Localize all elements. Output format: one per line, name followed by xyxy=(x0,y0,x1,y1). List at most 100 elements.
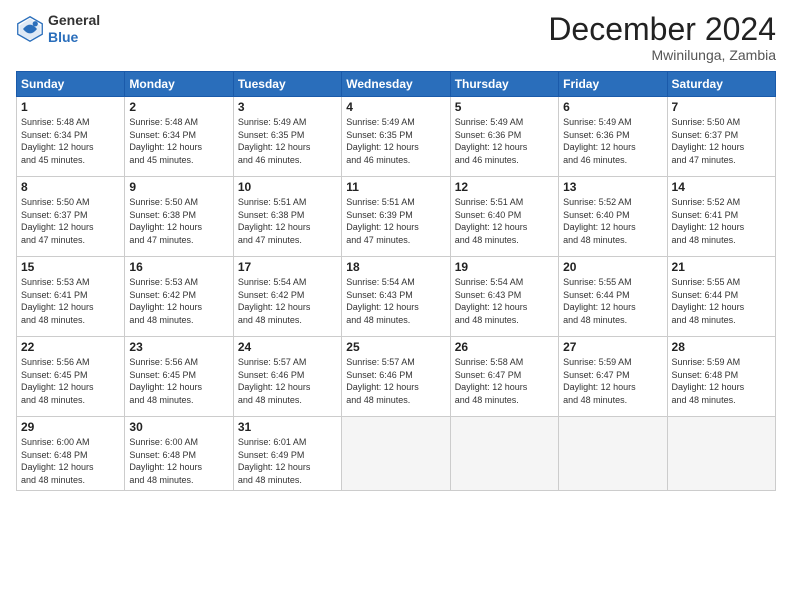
page: General Blue December 2024 Mwinilunga, Z… xyxy=(0,0,792,612)
day-number: 20 xyxy=(563,260,662,274)
day-number: 8 xyxy=(21,180,120,194)
col-sunday: Sunday xyxy=(17,72,125,97)
day-number: 11 xyxy=(346,180,445,194)
header: General Blue December 2024 Mwinilunga, Z… xyxy=(16,12,776,63)
day-info: Sunrise: 5:55 AMSunset: 6:44 PMDaylight:… xyxy=(672,276,771,326)
col-tuesday: Tuesday xyxy=(233,72,341,97)
calendar-cell xyxy=(450,417,558,490)
day-number: 18 xyxy=(346,260,445,274)
day-number: 1 xyxy=(21,100,120,114)
calendar-week-row: 29 Sunrise: 6:00 AMSunset: 6:48 PMDayligh… xyxy=(17,417,776,490)
day-info: Sunrise: 5:49 AMSunset: 6:35 PMDaylight:… xyxy=(238,116,337,166)
day-info: Sunrise: 5:57 AMSunset: 6:46 PMDaylight:… xyxy=(238,356,337,406)
calendar-cell: 6 Sunrise: 5:49 AMSunset: 6:36 PMDaylight… xyxy=(559,97,667,177)
calendar-cell: 25 Sunrise: 5:57 AMSunset: 6:46 PMDayligh… xyxy=(342,337,450,417)
day-number: 27 xyxy=(563,340,662,354)
col-wednesday: Wednesday xyxy=(342,72,450,97)
logo-text: General Blue xyxy=(48,12,100,46)
day-number: 2 xyxy=(129,100,228,114)
day-info: Sunrise: 5:50 AMSunset: 6:37 PMDaylight:… xyxy=(21,196,120,246)
day-info: Sunrise: 5:56 AMSunset: 6:45 PMDaylight:… xyxy=(21,356,120,406)
day-number: 7 xyxy=(672,100,771,114)
day-info: Sunrise: 5:51 AMSunset: 6:40 PMDaylight:… xyxy=(455,196,554,246)
day-info: Sunrise: 5:49 AMSunset: 6:36 PMDaylight:… xyxy=(455,116,554,166)
calendar-week-row: 8 Sunrise: 5:50 AMSunset: 6:37 PMDaylight… xyxy=(17,177,776,257)
calendar-cell: 15 Sunrise: 5:53 AMSunset: 6:41 PMDayligh… xyxy=(17,257,125,337)
calendar-cell: 2 Sunrise: 5:48 AMSunset: 6:34 PMDaylight… xyxy=(125,97,233,177)
calendar-cell: 21 Sunrise: 5:55 AMSunset: 6:44 PMDayligh… xyxy=(667,257,775,337)
calendar-cell: 12 Sunrise: 5:51 AMSunset: 6:40 PMDayligh… xyxy=(450,177,558,257)
calendar-cell: 26 Sunrise: 5:58 AMSunset: 6:47 PMDayligh… xyxy=(450,337,558,417)
calendar-cell: 9 Sunrise: 5:50 AMSunset: 6:38 PMDaylight… xyxy=(125,177,233,257)
day-number: 19 xyxy=(455,260,554,274)
calendar-cell: 28Sunrise: 5:59 AMSunset: 6:48 PMDayligh… xyxy=(667,337,775,417)
day-number: 13 xyxy=(563,180,662,194)
day-info: Sunrise: 5:51 AMSunset: 6:39 PMDaylight:… xyxy=(346,196,445,246)
day-number: 26 xyxy=(455,340,554,354)
day-info: Sunrise: 5:50 AMSunset: 6:38 PMDaylight:… xyxy=(129,196,228,246)
day-number: 9 xyxy=(129,180,228,194)
day-info: Sunrise: 5:50 AMSunset: 6:37 PMDaylight:… xyxy=(672,116,771,166)
day-number: 21 xyxy=(672,260,771,274)
calendar-cell: 31Sunrise: 6:01 AMSunset: 6:49 PMDayligh… xyxy=(233,417,341,490)
day-number: 29 xyxy=(21,420,120,434)
day-info: Sunrise: 5:51 AMSunset: 6:38 PMDaylight:… xyxy=(238,196,337,246)
day-info: Sunrise: 6:00 AMSunset: 6:48 PMDaylight:… xyxy=(129,436,228,486)
day-number: 6 xyxy=(563,100,662,114)
col-thursday: Thursday xyxy=(450,72,558,97)
day-info: Sunrise: 5:54 AMSunset: 6:43 PMDaylight:… xyxy=(346,276,445,326)
day-number: 5 xyxy=(455,100,554,114)
day-number: 31 xyxy=(238,420,337,434)
calendar-cell: 18 Sunrise: 5:54 AMSunset: 6:43 PMDayligh… xyxy=(342,257,450,337)
day-number: 12 xyxy=(455,180,554,194)
logo-general: General xyxy=(48,12,100,28)
day-info: Sunrise: 5:53 AMSunset: 6:42 PMDaylight:… xyxy=(129,276,228,326)
calendar-cell: 22Sunrise: 5:56 AMSunset: 6:45 PMDayligh… xyxy=(17,337,125,417)
calendar-cell: 11 Sunrise: 5:51 AMSunset: 6:39 PMDayligh… xyxy=(342,177,450,257)
calendar-cell: 10Sunrise: 5:51 AMSunset: 6:38 PMDayligh… xyxy=(233,177,341,257)
day-number: 17 xyxy=(238,260,337,274)
calendar-cell: 16 Sunrise: 5:53 AMSunset: 6:42 PMDayligh… xyxy=(125,257,233,337)
day-number: 4 xyxy=(346,100,445,114)
day-number: 24 xyxy=(238,340,337,354)
calendar-cell: 3 Sunrise: 5:49 AMSunset: 6:35 PMDaylight… xyxy=(233,97,341,177)
calendar-cell: 4 Sunrise: 5:49 AMSunset: 6:35 PMDaylight… xyxy=(342,97,450,177)
day-number: 16 xyxy=(129,260,228,274)
day-info: Sunrise: 5:48 AMSunset: 6:34 PMDaylight:… xyxy=(21,116,120,166)
calendar-table: Sunday Monday Tuesday Wednesday Thursday… xyxy=(16,71,776,490)
calendar-cell: 14 Sunrise: 5:52 AMSunset: 6:41 PMDayligh… xyxy=(667,177,775,257)
calendar-cell: 13 Sunrise: 5:52 AMSunset: 6:40 PMDayligh… xyxy=(559,177,667,257)
day-number: 28 xyxy=(672,340,771,354)
day-info: Sunrise: 5:48 AMSunset: 6:34 PMDaylight:… xyxy=(129,116,228,166)
day-number: 25 xyxy=(346,340,445,354)
location: Mwinilunga, Zambia xyxy=(548,47,776,63)
day-info: Sunrise: 5:52 AMSunset: 6:41 PMDaylight:… xyxy=(672,196,771,246)
day-info: Sunrise: 5:54 AMSunset: 6:43 PMDaylight:… xyxy=(455,276,554,326)
day-number: 23 xyxy=(129,340,228,354)
calendar-cell: 23 Sunrise: 5:56 AMSunset: 6:45 PMDayligh… xyxy=(125,337,233,417)
calendar-header-row: Sunday Monday Tuesday Wednesday Thursday… xyxy=(17,72,776,97)
day-info: Sunrise: 5:58 AMSunset: 6:47 PMDaylight:… xyxy=(455,356,554,406)
day-info: Sunrise: 5:53 AMSunset: 6:41 PMDaylight:… xyxy=(21,276,120,326)
day-info: Sunrise: 5:54 AMSunset: 6:42 PMDaylight:… xyxy=(238,276,337,326)
calendar-cell: 5 Sunrise: 5:49 AMSunset: 6:36 PMDaylight… xyxy=(450,97,558,177)
day-info: Sunrise: 5:57 AMSunset: 6:46 PMDaylight:… xyxy=(346,356,445,406)
col-saturday: Saturday xyxy=(667,72,775,97)
day-info: Sunrise: 5:49 AMSunset: 6:35 PMDaylight:… xyxy=(346,116,445,166)
calendar-cell: 8 Sunrise: 5:50 AMSunset: 6:37 PMDaylight… xyxy=(17,177,125,257)
day-number: 15 xyxy=(21,260,120,274)
day-info: Sunrise: 5:56 AMSunset: 6:45 PMDaylight:… xyxy=(129,356,228,406)
day-number: 3 xyxy=(238,100,337,114)
day-number: 14 xyxy=(672,180,771,194)
day-info: Sunrise: 6:00 AMSunset: 6:48 PMDaylight:… xyxy=(21,436,120,486)
title-block: December 2024 Mwinilunga, Zambia xyxy=(548,12,776,63)
day-info: Sunrise: 5:59 AMSunset: 6:47 PMDaylight:… xyxy=(563,356,662,406)
day-number: 30 xyxy=(129,420,228,434)
calendar-week-row: 22Sunrise: 5:56 AMSunset: 6:45 PMDayligh… xyxy=(17,337,776,417)
calendar-cell: 1 Sunrise: 5:48 AMSunset: 6:34 PMDaylight… xyxy=(17,97,125,177)
calendar-cell: 19 Sunrise: 5:54 AMSunset: 6:43 PMDayligh… xyxy=(450,257,558,337)
day-info: Sunrise: 5:52 AMSunset: 6:40 PMDaylight:… xyxy=(563,196,662,246)
logo-blue: Blue xyxy=(48,29,78,45)
day-info: Sunrise: 5:49 AMSunset: 6:36 PMDaylight:… xyxy=(563,116,662,166)
col-friday: Friday xyxy=(559,72,667,97)
